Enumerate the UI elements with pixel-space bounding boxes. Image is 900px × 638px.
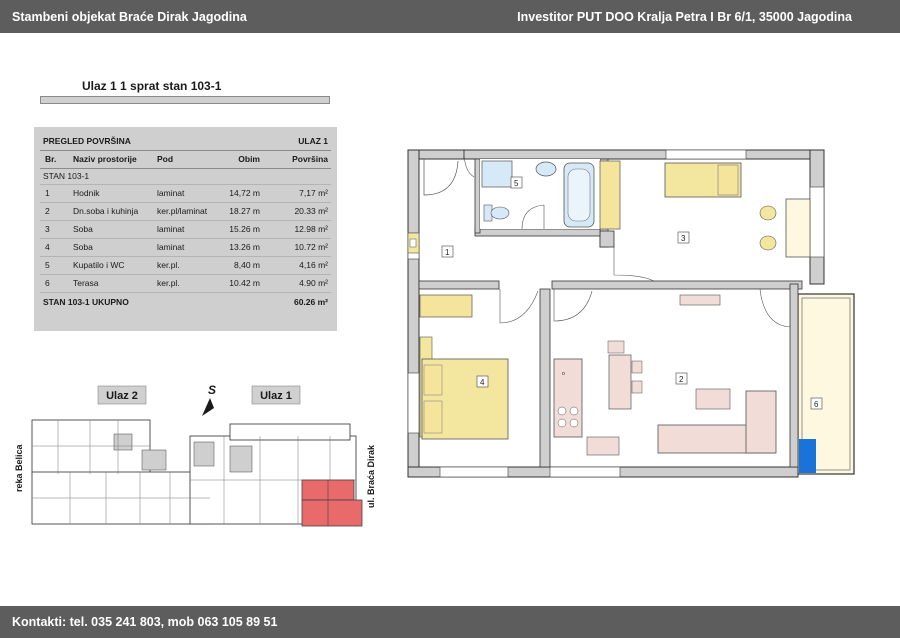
desk-room3: [785, 198, 811, 258]
column-header-no: Br.: [40, 150, 70, 169]
street-label-left: reka Belica: [14, 443, 24, 492]
coffee-table: [695, 388, 731, 410]
terrace-accent: [799, 439, 816, 473]
row-perimeter: 8,40 m: [216, 256, 263, 275]
north-label: S: [208, 383, 216, 397]
room-label-5: 5: [514, 179, 519, 188]
row-area: 10.72 m²: [263, 238, 331, 257]
contact-info: Kontakti: tel. 035 241 803, mob 063 105 …: [12, 615, 278, 629]
chair-icon: [759, 205, 777, 221]
row-name: Dn.soba i kuhinja: [70, 202, 154, 221]
room-label-3: 3: [681, 234, 686, 243]
area-summary-table: PREGLED POVRŠINA ULAZ 1 Br. Naziv prosto…: [34, 127, 337, 331]
section-row: STAN 103-1: [40, 168, 331, 185]
table-title-row: PREGLED POVRŠINA ULAZ 1: [40, 133, 331, 151]
row-no: 2: [40, 202, 70, 221]
row-name: Soba: [70, 220, 154, 239]
north-arrow-icon: [202, 398, 214, 416]
entrance-label: ULAZ 1: [263, 133, 331, 151]
row-area: 7,17 m²: [263, 184, 331, 203]
row-floor: laminat: [154, 220, 216, 239]
entrance-1-label: Ulaz 1: [260, 390, 292, 402]
table-total-row: STAN 103-1 UKUPNO 60.26 m²: [40, 292, 331, 311]
hall-wardrobe: [599, 160, 621, 230]
table-row: 6 Terasa ker.pl. 10.42 m 4.90 m²: [40, 274, 331, 293]
column-header-name: Naziv prostorije: [70, 150, 154, 169]
row-name: Hodnik: [70, 184, 154, 203]
column-header-floor: Pod: [154, 150, 216, 169]
room-label-4: 4: [480, 378, 485, 387]
table-row: 4 Soba laminat 13.26 m 10.72 m²: [40, 238, 331, 257]
row-perimeter: 15.26 m: [216, 220, 263, 239]
row-area: 4.90 m²: [263, 274, 331, 293]
section-label: STAN 103-1: [40, 168, 331, 185]
table-header-row: Br. Naziv prostorije Pod Obim Površina: [40, 150, 331, 169]
room-label-6: 6: [814, 400, 819, 409]
total-label: STAN 103-1 UKUPNO: [43, 296, 129, 307]
unit-title: Ulaz 1 1 sprat stan 103-1: [82, 79, 222, 93]
street-label-right: ul. Braća Dirak: [366, 444, 376, 508]
row-area: 20.33 m²: [263, 202, 331, 221]
table-row: 1 Hodnik laminat 14,72 m 7,17 m²: [40, 184, 331, 203]
total-value: 60.26 m²: [293, 296, 328, 307]
row-name: Soba: [70, 238, 154, 257]
row-no: 3: [40, 220, 70, 239]
room-label-2: 2: [679, 375, 684, 384]
row-floor: laminat: [154, 184, 216, 203]
footer-bar: Kontakti: tel. 035 241 803, mob 063 105 …: [0, 606, 900, 638]
row-no: 6: [40, 274, 70, 293]
row-floor: ker.pl/laminat: [154, 202, 216, 221]
table-row: 2 Dn.soba i kuhinja ker.pl/laminat 18.27…: [40, 202, 331, 221]
row-name: Terasa: [70, 274, 154, 293]
wardrobe-room4: [419, 294, 473, 318]
column-header-area: Površina: [263, 150, 331, 169]
row-floor: ker.pl.: [154, 274, 216, 293]
entrance-2-label: Ulaz 2: [106, 390, 138, 402]
floor-plan: 1 2 3 4 5 6 o: [407, 149, 855, 478]
chair-icon: [759, 235, 777, 251]
row-floor: ker.pl.: [154, 256, 216, 275]
row-area: 4,16 m²: [263, 256, 331, 275]
room-label-1: 1: [445, 248, 450, 257]
row-floor: laminat: [154, 238, 216, 257]
tv-unit: [679, 294, 721, 306]
row-perimeter: 13.26 m: [216, 238, 263, 257]
row-no: 4: [40, 238, 70, 257]
header-bar: Stambeni objekat Braće Dirak Jagodina In…: [0, 0, 900, 33]
row-name: Kupatilo i WC: [70, 256, 154, 275]
investor-info: Investitor PUT DOO Kralja Petra I Br 6/1…: [517, 9, 852, 24]
row-perimeter: 14,72 m: [216, 184, 263, 203]
dining-table: [608, 354, 632, 410]
table-title: PREGLED POVRŠINA: [40, 133, 263, 151]
row-perimeter: 18.27 m: [216, 202, 263, 221]
row-area: 12.98 m²: [263, 220, 331, 239]
kitchen-counter: [553, 358, 583, 438]
table-row: 3 Soba laminat 15.26 m 12.98 m²: [40, 220, 331, 239]
row-no: 1: [40, 184, 70, 203]
site-plan: Ulaz 2 Ulaz 1 S reka Belica ul. Braća Di…: [14, 383, 376, 527]
bathroom-floor-tile: [481, 160, 513, 188]
column-header-perimeter: Obim: [216, 150, 263, 169]
stove-label: o: [562, 371, 565, 377]
title-underline: [40, 96, 330, 104]
project-title: Stambeni objekat Braće Dirak Jagodina: [12, 9, 247, 24]
sink-icon: [535, 161, 557, 177]
row-no: 5: [40, 256, 70, 275]
row-perimeter: 10.42 m: [216, 274, 263, 293]
table-row: 5 Kupatilo i WC ker.pl. 8,40 m 4,16 m²: [40, 256, 331, 275]
